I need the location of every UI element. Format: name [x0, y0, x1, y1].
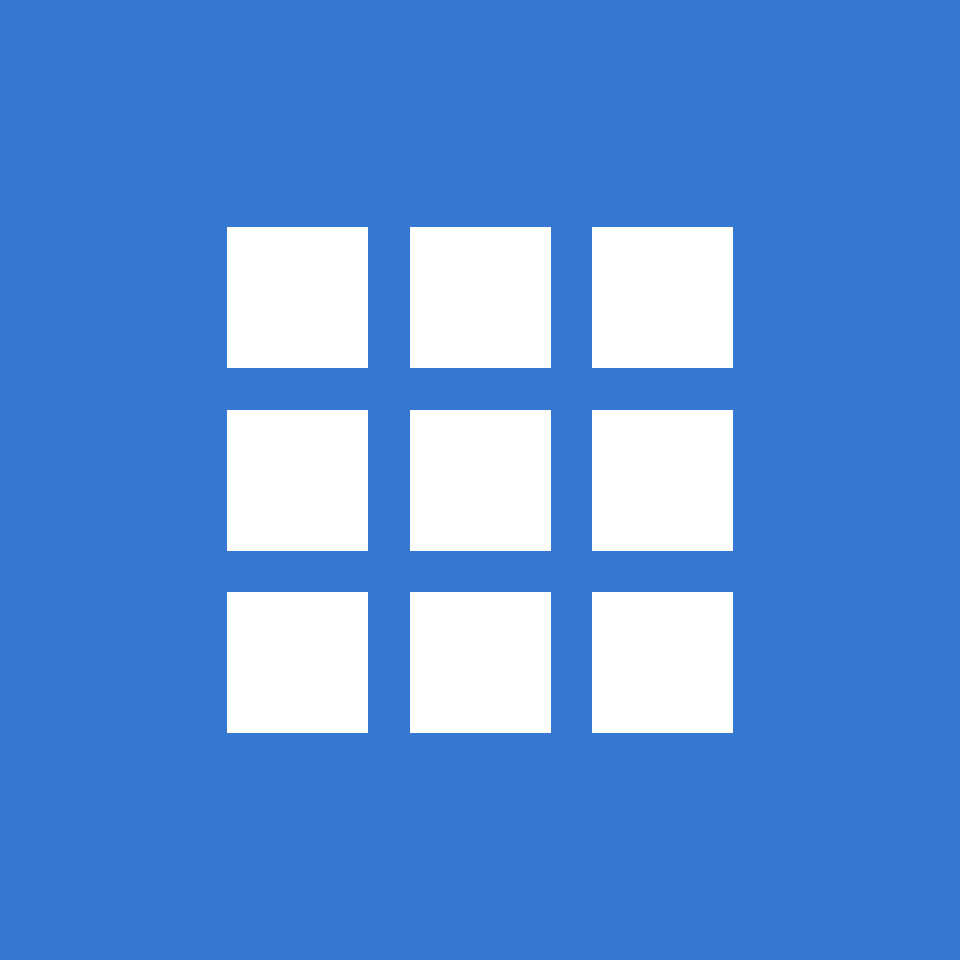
app-tile-canvas	[0, 0, 960, 960]
grid-cell	[409, 227, 551, 368]
grid-cell	[227, 592, 368, 733]
grid-cell	[592, 409, 733, 551]
grid-cell	[227, 227, 368, 368]
grid-cell	[409, 409, 551, 551]
grid-cell	[227, 409, 368, 551]
grid-cell	[592, 227, 733, 368]
grid-cell	[592, 592, 733, 733]
grid-cell	[409, 592, 551, 733]
grid-icon[interactable]	[227, 227, 733, 733]
